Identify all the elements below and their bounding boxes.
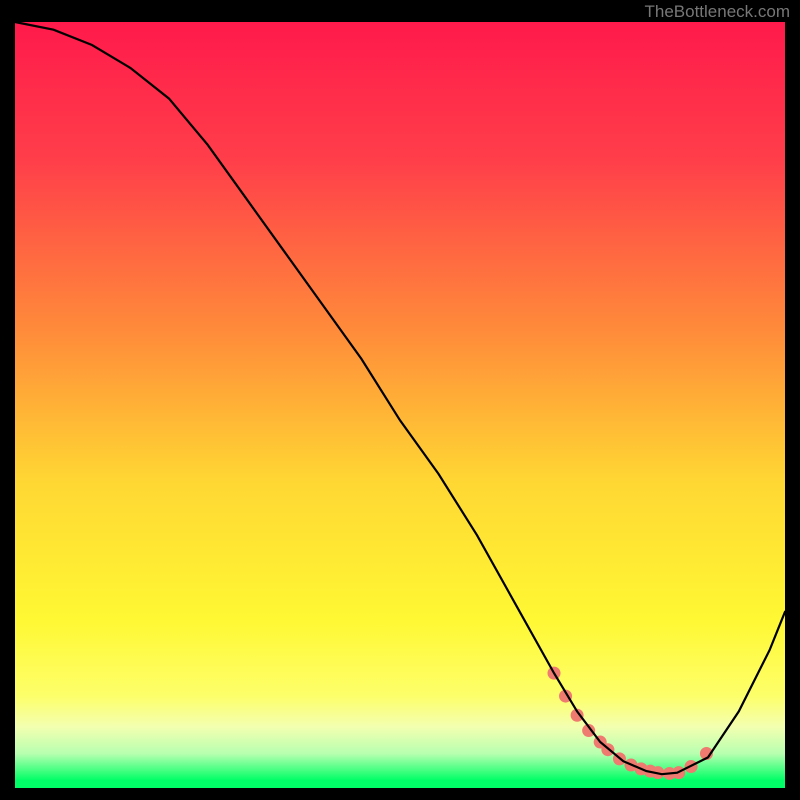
chart-stage: TheBottleneck.com — [0, 0, 800, 800]
attribution-label: TheBottleneck.com — [644, 2, 790, 22]
chart-svg — [0, 0, 800, 800]
plot-area — [15, 22, 785, 788]
